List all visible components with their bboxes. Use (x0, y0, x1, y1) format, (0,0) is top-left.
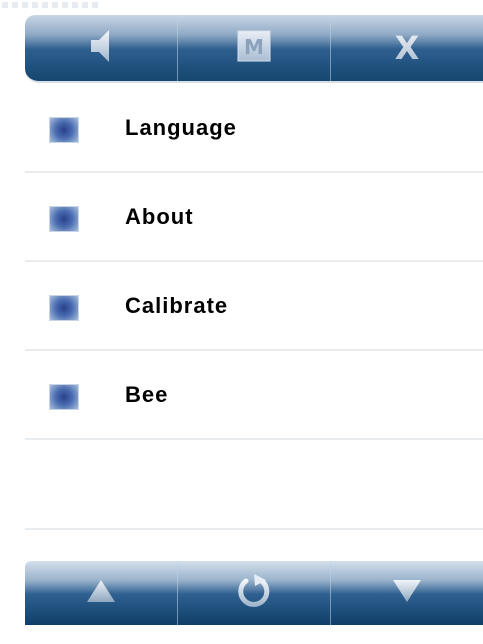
settings-menu-list: Language About Calibrate Bee (25, 84, 483, 530)
menu-item-language[interactable]: Language (25, 84, 483, 173)
faint-header-artifact (2, 2, 102, 8)
bottom-toolbar (25, 561, 483, 625)
bullet-icon (49, 116, 79, 143)
menu-item-bee[interactable]: Bee (25, 351, 483, 440)
menu-item-empty (25, 440, 483, 530)
speaker-icon (87, 28, 115, 69)
menu-item-about[interactable]: About (25, 173, 483, 262)
refresh-icon (236, 573, 272, 614)
bullet-icon (49, 294, 79, 321)
close-icon: X (391, 29, 423, 68)
refresh-button[interactable] (178, 561, 331, 625)
speaker-button[interactable] (25, 15, 178, 81)
svg-text:M: M (244, 35, 264, 59)
bullet-icon (49, 205, 79, 232)
menu-item-label: Calibrate (125, 292, 229, 318)
scroll-down-button[interactable] (331, 561, 483, 625)
close-button[interactable]: X (331, 15, 483, 81)
menu-button[interactable]: M (178, 15, 331, 81)
menu-item-calibrate[interactable]: Calibrate (25, 262, 483, 351)
arrow-up-icon (86, 579, 116, 608)
bullet-icon (49, 383, 79, 410)
svg-text:X: X (395, 29, 420, 63)
menu-item-label: Language (125, 114, 237, 140)
top-toolbar: M X (25, 15, 483, 83)
scroll-up-button[interactable] (25, 561, 178, 625)
menu-item-label: Bee (125, 381, 169, 407)
menu-m-icon: M (237, 30, 271, 67)
arrow-down-icon (392, 579, 422, 608)
menu-item-label: About (125, 203, 194, 229)
